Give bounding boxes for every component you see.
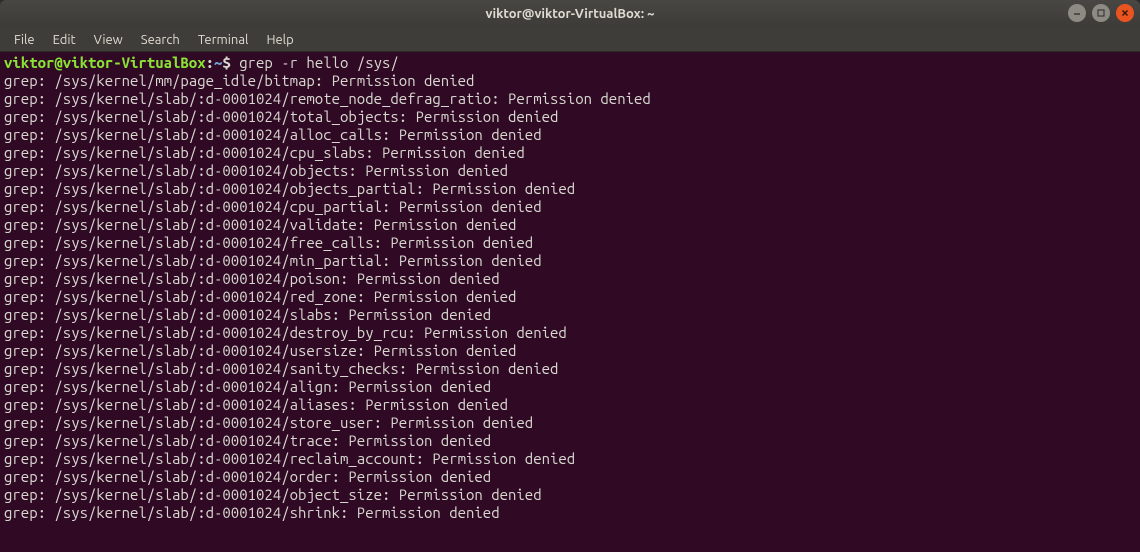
output-line: grep: /sys/kernel/slab/:d-0001024/aliase… bbox=[4, 396, 1136, 414]
menu-help[interactable]: Help bbox=[258, 31, 301, 49]
window-controls bbox=[1068, 4, 1134, 22]
menubar: File Edit View Search Terminal Help bbox=[0, 28, 1140, 52]
output-line: grep: /sys/kernel/slab/:d-0001024/alloc_… bbox=[4, 126, 1136, 144]
output-line: grep: /sys/kernel/slab/:d-0001024/object… bbox=[4, 486, 1136, 504]
output-line: grep: /sys/kernel/slab/:d-0001024/reclai… bbox=[4, 450, 1136, 468]
minimize-icon bbox=[1072, 8, 1082, 18]
close-icon bbox=[1120, 8, 1130, 18]
menu-search[interactable]: Search bbox=[133, 31, 188, 49]
output-line: grep: /sys/kernel/slab/:d-0001024/poison… bbox=[4, 270, 1136, 288]
menu-file[interactable]: File bbox=[6, 31, 43, 49]
output-line: grep: /sys/kernel/slab/:d-0001024/sanity… bbox=[4, 360, 1136, 378]
terminal-viewport[interactable]: viktor@viktor-VirtualBox:~$ grep -r hell… bbox=[0, 52, 1140, 552]
output-line: grep: /sys/kernel/slab/:d-0001024/slabs:… bbox=[4, 306, 1136, 324]
output-line: grep: /sys/kernel/slab/:d-0001024/total_… bbox=[4, 108, 1136, 126]
output-line: grep: /sys/kernel/slab/:d-0001024/object… bbox=[4, 180, 1136, 198]
output-line: grep: /sys/kernel/slab/:d-0001024/shrink… bbox=[4, 504, 1136, 522]
menu-terminal[interactable]: Terminal bbox=[190, 31, 257, 49]
output-line: grep: /sys/kernel/slab/:d-0001024/object… bbox=[4, 162, 1136, 180]
output-line: grep: /sys/kernel/slab/:d-0001024/order:… bbox=[4, 468, 1136, 486]
output-line: grep: /sys/kernel/mm/page_idle/bitmap: P… bbox=[4, 72, 1136, 90]
output-line: grep: /sys/kernel/slab/:d-0001024/destro… bbox=[4, 324, 1136, 342]
prompt-dollar: $ bbox=[222, 54, 230, 71]
command-text: grep -r hello /sys/ bbox=[231, 54, 399, 71]
close-button[interactable] bbox=[1116, 4, 1134, 22]
maximize-button[interactable] bbox=[1092, 4, 1110, 22]
menu-edit[interactable]: Edit bbox=[45, 31, 84, 49]
minimize-button[interactable] bbox=[1068, 4, 1086, 22]
output-line: grep: /sys/kernel/slab/:d-0001024/store_… bbox=[4, 414, 1136, 432]
output-line: grep: /sys/kernel/slab/:d-0001024/trace:… bbox=[4, 432, 1136, 450]
output-line: grep: /sys/kernel/slab/:d-0001024/min_pa… bbox=[4, 252, 1136, 270]
output-line: grep: /sys/kernel/slab/:d-0001024/align:… bbox=[4, 378, 1136, 396]
output-line: grep: /sys/kernel/slab/:d-0001024/valida… bbox=[4, 216, 1136, 234]
window-title: viktor@viktor-VirtualBox: ~ bbox=[486, 7, 655, 21]
maximize-icon bbox=[1096, 8, 1106, 18]
output-line: grep: /sys/kernel/slab/:d-0001024/usersi… bbox=[4, 342, 1136, 360]
prompt-colon: : bbox=[206, 54, 214, 71]
prompt-line: viktor@viktor-VirtualBox:~$ grep -r hell… bbox=[4, 54, 1136, 72]
output-line: grep: /sys/kernel/slab/:d-0001024/cpu_sl… bbox=[4, 144, 1136, 162]
prompt-user-host: viktor@viktor-VirtualBox bbox=[4, 54, 206, 71]
output-line: grep: /sys/kernel/slab/:d-0001024/cpu_pa… bbox=[4, 198, 1136, 216]
output-line: grep: /sys/kernel/slab/:d-0001024/red_zo… bbox=[4, 288, 1136, 306]
output-line: grep: /sys/kernel/slab/:d-0001024/remote… bbox=[4, 90, 1136, 108]
menu-view[interactable]: View bbox=[86, 31, 131, 49]
output-line: grep: /sys/kernel/slab/:d-0001024/free_c… bbox=[4, 234, 1136, 252]
window-titlebar: viktor@viktor-VirtualBox: ~ bbox=[0, 0, 1140, 28]
